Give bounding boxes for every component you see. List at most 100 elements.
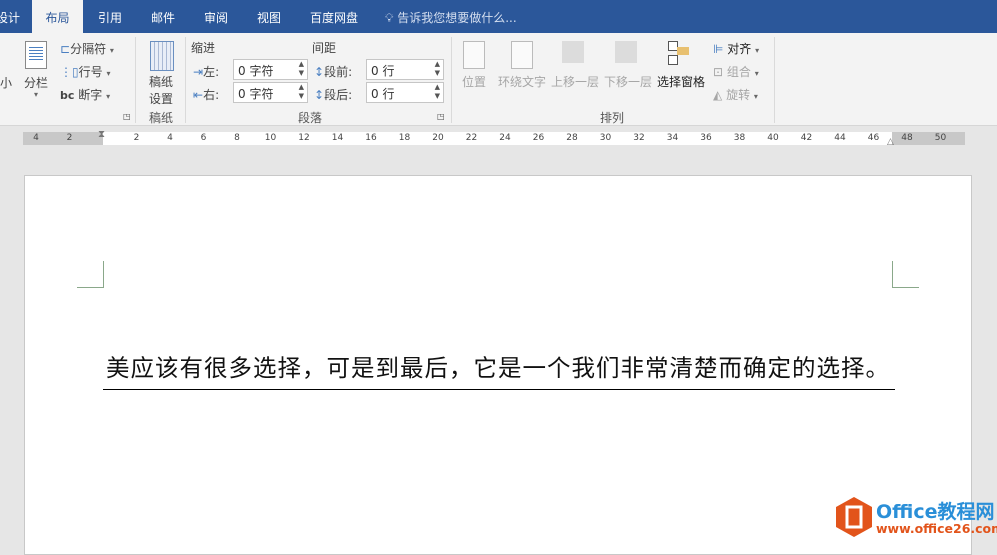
size-button[interactable]: 小	[0, 74, 12, 91]
tab-references[interactable]: 引用	[85, 0, 135, 33]
tab-baidu-pan[interactable]: 百度网盘	[298, 0, 370, 33]
indent-right-input[interactable]: 0 字符 ▲ ▼	[233, 82, 308, 103]
align-icon: ⊫	[713, 42, 724, 56]
ruler-number: 20	[432, 133, 444, 143]
ruler-number: 4	[33, 133, 39, 143]
right-indent-marker-icon[interactable]: △	[887, 137, 894, 147]
ribbon: 小 分栏 ▾ ⊏分隔符 ▾ ⋮▯行号 ▾ bc 断字 ▾ ◳ 稿纸 设置 稿纸 缩…	[0, 33, 997, 126]
tab-design[interactable]: 设计	[0, 0, 24, 33]
group-icon: ⊡	[713, 65, 724, 79]
dialog-launcher-icon[interactable]: ◳	[437, 112, 445, 121]
send-backward-button[interactable]: 下移一层	[604, 73, 652, 90]
tab-review[interactable]: 审阅	[190, 0, 242, 33]
breaks-button[interactable]: ⊏分隔符 ▾	[60, 40, 114, 57]
dialog-launcher-icon[interactable]: ◳	[123, 112, 131, 121]
paragraph-group-label: 段落	[298, 111, 323, 125]
hyphenation-label: 断字	[78, 88, 103, 102]
indent-left-label: ⇥左:	[193, 65, 220, 79]
manuscript-label-2: 设置	[149, 92, 174, 106]
ruler-number: 18	[398, 133, 411, 143]
line-numbers-icon: ⋮▯	[60, 65, 79, 79]
rotate-icon: ◭	[713, 88, 723, 102]
ruler-number: 46	[867, 133, 880, 143]
chevron-down-icon: ▾	[34, 90, 39, 99]
ruler-number: 14	[331, 133, 344, 143]
bring-forward-button[interactable]: 上移一层	[551, 73, 599, 90]
ruler-number: 4	[167, 133, 173, 143]
selection-pane-icon	[668, 41, 692, 67]
group-button[interactable]: ⊡ 组合 ▾	[713, 63, 759, 80]
spinner-icon[interactable]: ▲ ▼	[435, 60, 440, 78]
ruler-number: 34	[666, 133, 679, 143]
ruler-number: 38	[733, 133, 746, 143]
manuscript-button[interactable]: 稿纸 设置	[149, 73, 173, 107]
spacing-heading: 间距	[312, 41, 337, 55]
spacing-after-input[interactable]: 0 行 ▲ ▼	[366, 82, 444, 103]
breaks-icon: ⊏	[60, 42, 71, 56]
position-button[interactable]: 位置	[462, 73, 486, 90]
indent-left-icon: ⇥	[193, 65, 204, 79]
ruler-number: 2	[133, 133, 140, 143]
tab-layout[interactable]: 布局	[32, 0, 83, 33]
ruler-number: 42	[800, 133, 813, 143]
manuscript-group-label: 稿纸	[149, 111, 174, 125]
ribbon-tabs: 设计 布局 引用 邮件 审阅 视图 百度网盘 💡︎ 告诉我您想要做什么...	[0, 0, 997, 33]
spacing-before-icon: ↕	[314, 65, 325, 79]
indent-left-value: 0 字符	[238, 64, 274, 78]
tab-view[interactable]: 视图	[243, 0, 295, 33]
hyphenation-icon: bc	[60, 89, 75, 102]
ruler-number: 28	[566, 133, 578, 143]
ruler-number: 22	[465, 133, 478, 143]
crop-mark-left	[77, 261, 104, 288]
indent-right-value: 0 字符	[238, 87, 274, 101]
indent-left-input[interactable]: 0 字符 ▲ ▼	[233, 59, 308, 80]
ruler-number: 48	[901, 133, 913, 143]
selection-pane-button[interactable]: 选择窗格	[657, 73, 705, 90]
manuscript-icon	[150, 41, 174, 71]
align-label: 对齐	[727, 42, 752, 56]
spacing-before-input[interactable]: 0 行 ▲ ▼	[366, 59, 444, 80]
tell-me-text: 告诉我您想要做什么...	[397, 11, 517, 25]
breaks-label: 分隔符	[70, 42, 107, 56]
office-logo-icon	[836, 497, 872, 537]
rotate-label: 旋转	[726, 88, 751, 102]
spacing-before-label: ↕段前:	[314, 65, 353, 79]
ruler-number: 40	[767, 133, 779, 143]
spacing-after-icon: ↕	[314, 88, 325, 102]
ruler-number: 8	[234, 133, 240, 143]
ruler-number: 24	[499, 133, 511, 143]
wrap-text-button[interactable]: 环绕文字	[498, 73, 546, 90]
indent-marker-icon[interactable]: ⧗	[98, 129, 105, 140]
manuscript-label-1: 稿纸	[149, 75, 174, 89]
watermark-url: www.office26.com	[876, 521, 997, 536]
lightbulb-icon: 💡︎	[385, 11, 398, 25]
tab-mailings[interactable]: 邮件	[137, 0, 189, 33]
line-numbers-button[interactable]: ⋮▯行号 ▾	[60, 63, 110, 80]
wrap-text-icon	[511, 41, 533, 69]
ruler-number: 10	[264, 133, 277, 143]
ruler-number: 12	[298, 133, 310, 143]
bring-forward-icon	[562, 41, 584, 63]
columns-button[interactable]: 分栏	[24, 74, 48, 91]
hyphenation-button[interactable]: bc 断字 ▾	[60, 86, 110, 103]
spinner-icon[interactable]: ▲ ▼	[299, 83, 304, 101]
ruler-number: 32	[633, 133, 645, 143]
ruler-number: 2	[66, 133, 73, 143]
line-numbers-label: 行号	[78, 65, 103, 79]
ruler-number: 44	[834, 133, 846, 143]
watermark-logo: Office教程网 www.office26.com	[834, 495, 997, 542]
spinner-icon[interactable]: ▲ ▼	[435, 83, 440, 101]
arrange-group-label: 排列	[600, 111, 625, 125]
group-label: 组合	[726, 65, 751, 79]
indent-right-label: ⇤右:	[193, 88, 220, 102]
rotate-button[interactable]: ◭ 旋转 ▾	[713, 86, 758, 103]
ruler-number: 36	[700, 133, 712, 143]
indent-right-icon: ⇤	[193, 88, 204, 102]
ruler-number: 26	[532, 133, 545, 143]
tell-me-box[interactable]: 💡︎ 告诉我您想要做什么...	[385, 0, 517, 37]
spinner-icon[interactable]: ▲ ▼	[299, 60, 304, 78]
document-text[interactable]: 美应该有很多选择，可是到最后，它是一个我们非常清楚而确定的选择。	[106, 349, 890, 383]
align-button[interactable]: ⊫ 对齐 ▾	[713, 40, 759, 57]
spacing-after-label: ↕段后:	[314, 88, 353, 102]
spacing-before-value: 0 行	[371, 64, 395, 78]
